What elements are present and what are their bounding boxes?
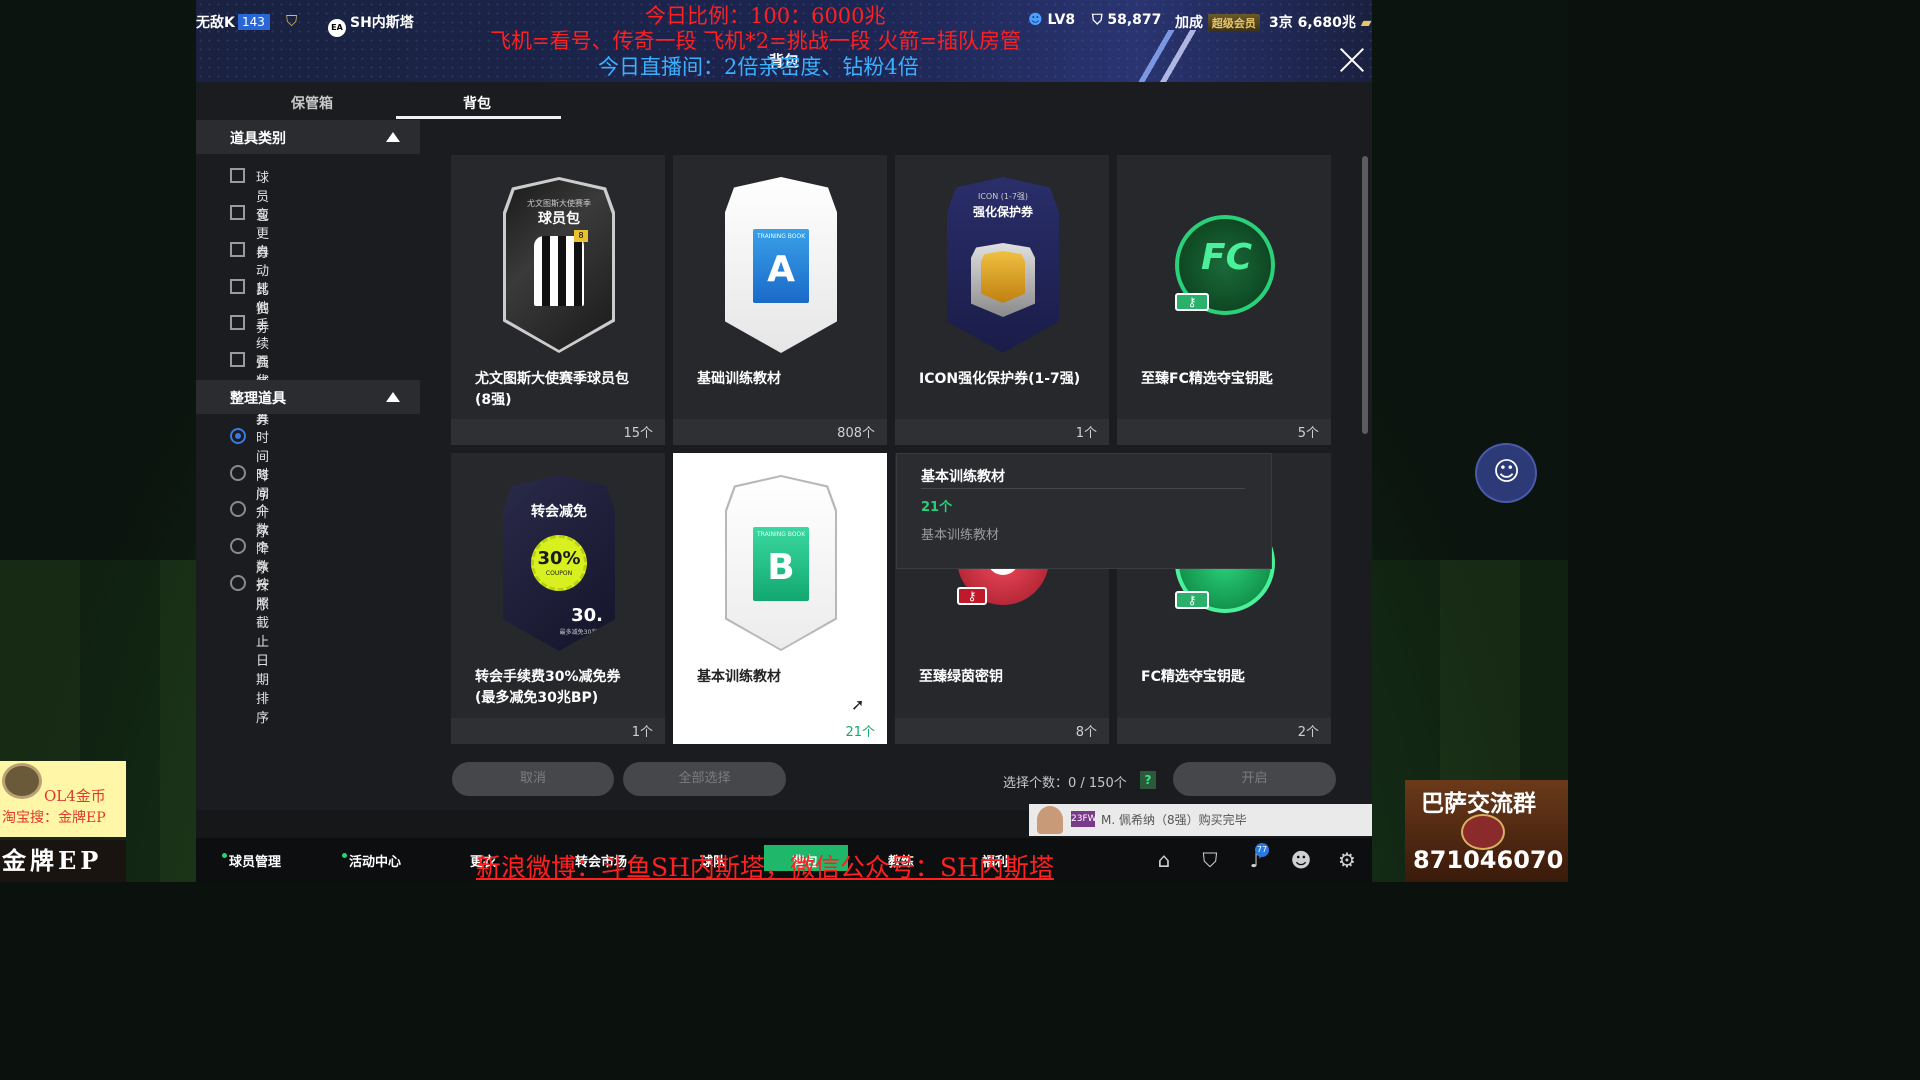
player-avatar xyxy=(1037,806,1063,834)
notification-badge: 77 xyxy=(1255,843,1269,857)
home-icon[interactable]: ⌂ xyxy=(1151,848,1177,874)
club-crest-icon: ⛉ xyxy=(286,12,298,30)
overlay-social: 新浪微博：斗鱼SH内斯塔，微信公众号：SH内斯塔 xyxy=(476,853,1054,882)
coin-icon xyxy=(2,763,42,799)
training-book-image: TRAINING BOOK A xyxy=(725,177,837,353)
boost-display[interactable]: 加成 超级会员 xyxy=(1175,12,1260,32)
cancel-button[interactable]: 取消 xyxy=(452,762,614,796)
item-name: ICON强化保护券(1-7强) xyxy=(919,371,1081,387)
profile-icon[interactable]: ☻ xyxy=(1288,848,1314,874)
item-card[interactable]: 尤文图斯大使赛季 球员包 8 尤文图斯大使赛季球员包 (8强) 15个 xyxy=(451,155,665,445)
group-ad-widget: 巴萨交流群 871046070 xyxy=(1405,780,1568,882)
key-icon: ⚷ xyxy=(957,587,987,605)
team-name[interactable]: EA SH内斯塔 xyxy=(328,12,414,37)
tab-bar xyxy=(196,82,1372,120)
item-name: 至臻绿茵密钥 xyxy=(919,669,1003,685)
item-count: 808个 xyxy=(837,426,875,441)
user-name: 无敌K xyxy=(196,15,235,31)
item-name: 基础训练教材 xyxy=(697,371,781,387)
season-badge: 23FW xyxy=(1071,811,1097,827)
item-tooltip: 基本训练教材 21个 基本训练教材 xyxy=(896,453,1272,569)
collapse-icon xyxy=(386,392,400,402)
notification-text: M. 佩希纳（8强）购买完毕 xyxy=(1101,813,1247,827)
tab-active-indicator xyxy=(396,116,561,119)
sort-header[interactable]: 整理道具 xyxy=(196,380,420,414)
face-icon: ☻ xyxy=(1028,12,1043,28)
player-pack-image: 尤文图斯大使赛季 球员包 8 xyxy=(503,177,615,353)
nav-player-management[interactable]: 球员管理 xyxy=(222,851,281,870)
tooltip-count: 21个 xyxy=(921,500,953,515)
item-name: 尤文图斯大使赛季球员包 xyxy=(475,371,629,387)
fcb-crest-icon xyxy=(1461,814,1505,850)
item-count: 1个 xyxy=(631,725,653,740)
coupon-image: 转会减免 30% COUPON 30. 最多减免30兆BP xyxy=(503,475,615,651)
item-count: 8个 xyxy=(1075,725,1097,740)
item-name: 基本训练教材 xyxy=(697,669,781,685)
purchase-notification: 23FW M. 佩希纳（8强）购买完毕 xyxy=(1029,804,1372,836)
account-level: ☻ LV8 xyxy=(1028,12,1076,28)
item-card[interactable]: ICON (1-7强) 强化保护券 ICON强化保护券(1-7强) 1个 xyxy=(895,155,1109,445)
settings-icon[interactable]: ⚙ xyxy=(1334,848,1360,874)
item-count: 2个 xyxy=(1297,725,1319,740)
key-icon: ⚷ xyxy=(1175,591,1209,609)
item-name: 转会手续费30%减免券 xyxy=(475,669,621,685)
item-card[interactable]: 转会减免 30% COUPON 30. 最多减免30兆BP 转会手续费30%减免… xyxy=(451,453,665,744)
item-count: 21个 xyxy=(845,725,875,740)
open-button[interactable]: 开启 xyxy=(1173,762,1336,796)
user-level-badge: 143 xyxy=(238,14,270,30)
item-category-header[interactable]: 道具类别 xyxy=(196,120,420,154)
coin-ad-widget: OL4金币 淘宝搜：金牌EP xyxy=(0,761,126,837)
close-icon[interactable] xyxy=(1338,46,1366,74)
tab-storage[interactable]: 保管箱 xyxy=(291,93,333,113)
selected-count: 选择个数：0 / 150个 xyxy=(1003,776,1127,791)
collapse-icon xyxy=(386,132,400,142)
item-card-hovered[interactable]: TRAINING BOOK B 基本训练教材 21个 ➚ xyxy=(673,453,887,744)
nav-activity-center[interactable]: 活动中心 xyxy=(342,851,401,870)
tab-backpack[interactable]: 背包 xyxy=(463,93,491,113)
brand-logo: 金牌EP xyxy=(0,840,126,882)
grid-scrollbar[interactable] xyxy=(1362,156,1368,434)
vip-badge: 超级会员 xyxy=(1207,14,1260,32)
overlay-bonus: 今日直播间：2倍亲密度、钻粉4倍 xyxy=(598,55,919,79)
coins-display: ⛉ 58,877 xyxy=(1092,12,1162,28)
tooltip-description: 基本训练教材 xyxy=(921,528,1000,543)
item-subname: (最多减免30兆BP) xyxy=(475,690,599,706)
item-card[interactable]: TRAINING BOOK A 基础训练教材 808个 xyxy=(673,155,887,445)
item-count: 1个 xyxy=(1075,426,1097,441)
item-card[interactable]: FC ⚷ 至臻FC精选夺宝钥匙 5个 xyxy=(1117,155,1331,445)
protection-ticket-image: ICON (1-7强) 强化保护券 xyxy=(947,177,1059,353)
select-all-button[interactable]: 全部选择 xyxy=(623,762,786,796)
item-count: 15个 xyxy=(623,426,653,441)
help-icon[interactable]: ? xyxy=(1140,771,1156,789)
item-count: 5个 xyxy=(1297,426,1319,441)
item-name: FC精选夺宝钥匙 xyxy=(1141,669,1245,685)
training-book-image: TRAINING BOOK B xyxy=(725,475,837,651)
ea-logo-icon: EA xyxy=(328,19,346,37)
bp-icon: ▰ xyxy=(1360,15,1372,31)
shield-coin-icon: ⛉ xyxy=(1092,12,1103,28)
bp-display: 3京 6,680兆 ▰ xyxy=(1269,15,1372,31)
fc-key-image: FC ⚷ xyxy=(1175,215,1275,315)
key-icon: ⚷ xyxy=(1175,293,1209,311)
filter-sidebar xyxy=(196,120,420,810)
mouse-cursor-icon: ➚ xyxy=(851,695,865,714)
shield-icon[interactable]: ⛉ xyxy=(1197,848,1223,874)
item-name: 至臻FC精选夺宝钥匙 xyxy=(1141,371,1273,387)
chat-icon[interactable]: ☺ xyxy=(1475,443,1537,503)
tooltip-title: 基本训练教材 xyxy=(921,469,1005,485)
item-subname: (8强) xyxy=(475,392,512,408)
